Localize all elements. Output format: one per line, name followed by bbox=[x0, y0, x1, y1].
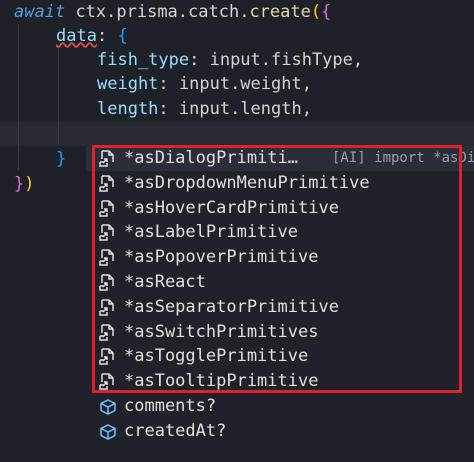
suggestion-label: *asTooltipPrimitive bbox=[124, 371, 319, 392]
suggestion-item[interactable]: *asTooltipPrimitive bbox=[86, 369, 474, 394]
file-link-icon bbox=[98, 299, 118, 317]
suggestion-label: *asPopoverPrimitive bbox=[124, 247, 319, 268]
autocomplete-suggestion-list[interactable]: *asDialogPrimiti… [AI] import *asDi *asDro… bbox=[86, 146, 474, 446]
suggestion-label: *asHoverCardPrimitive bbox=[124, 197, 339, 218]
file-link-icon bbox=[98, 224, 118, 242]
suggestion-label: createdAt? bbox=[124, 420, 227, 441]
suggestion-item[interactable]: *asPopoverPrimitive bbox=[86, 245, 474, 270]
file-link-icon bbox=[98, 348, 118, 366]
suggestion-item[interactable]: *asLabelPrimitive bbox=[86, 220, 474, 245]
code-line-5: length: input.length, bbox=[97, 99, 312, 119]
suggestion-label: comments? bbox=[124, 396, 217, 416]
suggestion-label: *asDropdownMenuPrimitive bbox=[124, 172, 370, 193]
suggestion-item[interactable]: comments? bbox=[86, 394, 474, 419]
cube-icon bbox=[98, 398, 118, 416]
suggestion-item[interactable]: *asReact bbox=[86, 270, 474, 295]
suggestion-item[interactable]: *asSwitchPrimitives bbox=[86, 320, 474, 345]
code-line-4: weight: input.weight, bbox=[97, 74, 312, 94]
suggestion-item[interactable]: *asTogglePrimitive bbox=[86, 344, 474, 369]
suggestion-item[interactable]: *asDialogPrimiti… [AI] import *asDi bbox=[86, 146, 474, 171]
code-line-7: } bbox=[56, 149, 67, 169]
file-link-icon bbox=[98, 274, 118, 292]
code-line-8: }) bbox=[14, 174, 35, 194]
file-link-icon bbox=[98, 323, 118, 342]
file-link-icon bbox=[98, 199, 118, 218]
cube-icon bbox=[98, 423, 118, 441]
file-link-icon bbox=[98, 373, 118, 391]
file-link-icon bbox=[98, 150, 118, 168]
file-link-icon bbox=[98, 249, 118, 267]
code-line-2: data: { bbox=[56, 26, 128, 46]
suggestion-label: *asSeparatorPrimitive bbox=[124, 296, 339, 317]
suggestion-item[interactable]: *asDropdownMenuPrimitive bbox=[86, 171, 474, 196]
current-line-highlight bbox=[0, 122, 474, 146]
suggestion-label: *asDialogPrimiti… bbox=[124, 148, 298, 168]
code-line-3: fish_type: input.fishType, bbox=[97, 50, 364, 70]
suggestion-detail: [AI] import *asDi bbox=[332, 150, 474, 166]
indent-guide bbox=[18, 24, 19, 170]
file-link-icon bbox=[98, 175, 118, 193]
suggestion-item[interactable]: createdAt? bbox=[86, 419, 474, 444]
suggestion-label: *asLabelPrimitive bbox=[124, 222, 298, 243]
suggestion-label: *asTogglePrimitive bbox=[124, 346, 309, 367]
suggestion-label: *asReact bbox=[124, 272, 206, 292]
indent-guide bbox=[58, 48, 59, 144]
code-line-1: await ctx.prisma.catch.create({ bbox=[14, 2, 332, 22]
suggestion-item[interactable]: *asSeparatorPrimitive bbox=[86, 295, 474, 320]
suggestion-item[interactable]: *asHoverCardPrimitive bbox=[86, 196, 474, 221]
suggestion-label: *asSwitchPrimitives bbox=[124, 321, 319, 342]
